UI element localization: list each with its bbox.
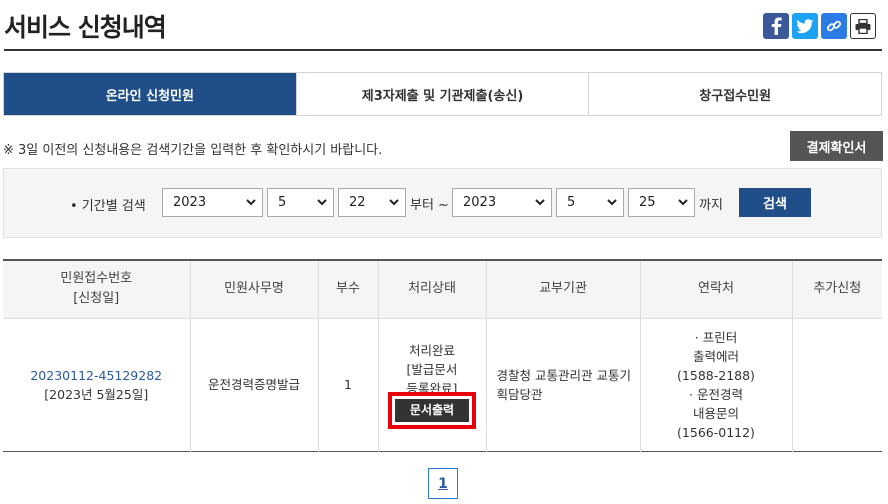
page-number-1[interactable]: 1 — [428, 468, 458, 499]
receipt-no-cell: 20230112-45129282 [2023년 5월25일] — [3, 317, 191, 451]
print-icon[interactable] — [850, 13, 876, 39]
title-divider — [4, 49, 882, 51]
contact-cell: · 프린터 출력에러 (1588-2188) · 운전경력 내용문의 (1566… — [640, 317, 793, 451]
chevron-down-icon — [246, 199, 256, 206]
doc-print-highlight: 문서출력 — [387, 391, 477, 429]
from-year-select[interactable]: 2023 — [162, 188, 263, 217]
table-header-row: 민원접수번호 [신청일] 민원사무명 부수 처리상태 교부기관 연락처 추가신청 — [3, 260, 882, 318]
from-day-value: 22 — [349, 195, 366, 210]
from-suffix-label: 부터 ~ — [410, 198, 449, 213]
period-search-panel: • 기간별 검색 2023 5 22 부터 ~ 2023 5 25 까지 검색 — [3, 168, 882, 238]
tab-counter-applications[interactable]: 창구접수민원 — [589, 73, 882, 115]
from-day-select[interactable]: 22 — [338, 188, 406, 217]
search-notice: ※ 3일 이전의 신청내용은 검색기간을 입력한 후 확인하시기 바랍니다. — [3, 143, 383, 158]
print-document-button[interactable]: 문서출력 — [394, 398, 470, 422]
chevron-down-icon — [678, 199, 688, 206]
from-month-select[interactable]: 5 — [267, 188, 334, 217]
header-agency: 교부기관 — [486, 260, 641, 318]
to-year-value: 2023 — [463, 195, 497, 210]
status-cell: 처리완료 [발급문서 등록완료] 문서출력 — [378, 317, 487, 451]
contact-line: · 프린터 — [694, 329, 738, 345]
contact-phone: (1588-2188) — [677, 367, 755, 383]
apply-date: [2023년 5월25일] — [44, 386, 149, 402]
chevron-down-icon — [535, 199, 545, 206]
share-toolbar — [763, 13, 876, 39]
extra-request-cell — [792, 317, 882, 451]
to-month-value: 5 — [567, 195, 576, 210]
contact-line: 내용문의 — [692, 405, 739, 421]
chevron-down-icon — [607, 199, 617, 206]
search-button[interactable]: 검색 — [739, 188, 811, 217]
to-year-select[interactable]: 2023 — [452, 188, 552, 217]
payment-receipt-button[interactable]: 결제확인서 — [790, 131, 883, 161]
from-month-value: 5 — [278, 195, 287, 210]
contact-line: 출력에러 — [692, 348, 739, 364]
to-day-select[interactable]: 25 — [628, 188, 695, 217]
header-contact: 연락처 — [640, 260, 793, 318]
link-icon[interactable] — [821, 13, 847, 39]
to-suffix-label: 까지 — [699, 198, 723, 213]
header-copies: 부수 — [318, 260, 379, 318]
to-month-select[interactable]: 5 — [556, 188, 624, 217]
header-service-name: 민원사무명 — [190, 260, 319, 318]
status-text: 처리완료 — [408, 342, 455, 358]
contact-phone: (1566-0112) — [677, 424, 755, 440]
contact-line: · 운전경력 — [689, 386, 743, 402]
header-receipt-no: 민원접수번호 [신청일] — [3, 260, 191, 318]
from-year-value: 2023 — [173, 195, 207, 210]
tab-online-applications[interactable]: 온라인 신청민원 — [4, 73, 297, 115]
tab-bar: 온라인 신청민원 제3자제출 및 기관제출(송신) 창구접수민원 — [3, 72, 882, 116]
facebook-icon[interactable] — [763, 13, 789, 39]
chevron-down-icon — [389, 199, 399, 206]
page-title: 서비스 신청내역 — [4, 13, 167, 42]
agency-cell: 경찰청 교통관리관 교통기획담당관 — [486, 317, 641, 451]
table-row: 20230112-45129282 [2023년 5월25일] 운전경력증명발급… — [3, 317, 882, 451]
status-detail: [발급문서 — [406, 361, 458, 377]
twitter-icon[interactable] — [792, 13, 818, 39]
receipt-no-link[interactable]: 20230112-45129282 — [30, 368, 162, 383]
to-day-value: 25 — [639, 195, 656, 210]
copies-cell: 1 — [318, 317, 379, 451]
header-status: 처리상태 — [378, 260, 487, 318]
service-name-cell: 운전경력증명발급 — [190, 317, 319, 451]
application-history-table: 민원접수번호 [신청일] 민원사무명 부수 처리상태 교부기관 연락처 추가신청 … — [3, 259, 882, 452]
tab-third-party-submission[interactable]: 제3자제출 및 기관제출(송신) — [296, 73, 590, 115]
header-extra: 추가신청 — [813, 281, 862, 297]
chevron-down-icon — [317, 199, 327, 206]
period-search-label: • 기간별 검색 — [70, 199, 146, 214]
